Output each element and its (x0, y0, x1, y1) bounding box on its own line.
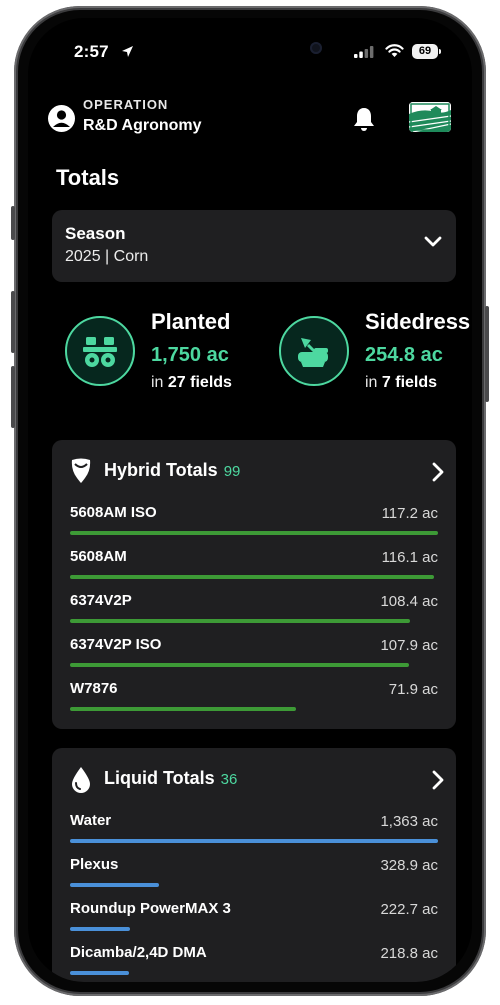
sidedress-title: Sidedress (365, 309, 471, 334)
operation-name[interactable]: R&D Agronomy (83, 117, 202, 135)
status-time: 2:57 (74, 42, 109, 61)
hybrid-acres: 116.1 ac (381, 549, 438, 566)
cellular-signal-icon (354, 46, 374, 58)
liquid-name: Plexus (70, 856, 119, 873)
liquid-acres: 1,363 ac (380, 813, 438, 830)
farm-field-icon (409, 102, 451, 132)
liquid-row[interactable]: Dicamba/2,4D DMA 218.8 ac (70, 944, 438, 982)
operation-avatar[interactable] (48, 105, 75, 132)
liquid-name: Water (70, 812, 112, 829)
camera-icon (310, 42, 322, 54)
sidedress-fields-prefix: in (365, 374, 378, 391)
chevron-right-icon[interactable] (432, 462, 444, 482)
hybrid-bar (70, 663, 409, 667)
user-icon (53, 110, 70, 127)
planted-fields-count: 27 fields (167, 374, 232, 391)
battery-tip (439, 49, 441, 54)
liquid-totals-label: Liquid Totals (104, 768, 215, 788)
hybrid-name: 5608AM ISO (70, 504, 157, 521)
liquid-bar (70, 971, 129, 975)
page-title: Totals (56, 165, 120, 190)
hybrid-name: 6374V2P (70, 592, 132, 609)
hybrid-row[interactable]: W7876 71.9 ac (70, 680, 438, 724)
chevron-right-icon[interactable] (432, 770, 444, 790)
liquid-acres: 218.8 ac (380, 945, 438, 962)
hybrid-row[interactable]: 6374V2P 108.4 ac (70, 592, 438, 636)
volume-down-button (11, 366, 15, 428)
hybrid-name: W7876 (70, 680, 118, 697)
hybrid-row[interactable]: 5608AM ISO 117.2 ac (70, 504, 438, 548)
hybrid-totals-label: Hybrid Totals (104, 460, 218, 480)
season-selector[interactable]: Season 2025 | Corn (52, 210, 456, 282)
season-value: 2025 | Corn (65, 248, 149, 265)
action-button (11, 206, 15, 240)
hybrid-acres: 71.9 ac (388, 681, 438, 698)
wifi-icon (385, 44, 404, 57)
liquid-row[interactable]: Roundup PowerMAX 3 222.7 ac (70, 900, 438, 944)
liquid-bar (70, 839, 438, 843)
liquid-name: Roundup PowerMAX 3 (70, 900, 231, 917)
battery-indicator: 69 (412, 44, 438, 59)
sidedress-fields-count: 7 fields (381, 374, 438, 391)
hybrid-row[interactable]: 5608AM 116.1 ac (70, 548, 438, 592)
hybrid-bar (70, 575, 434, 579)
planted-acres: 1,750 ac (151, 344, 229, 366)
season-label: Season (65, 224, 126, 243)
bell-icon[interactable] (352, 106, 376, 132)
liquid-name: Dicamba/2,4D DMA (70, 944, 207, 961)
planted-title: Planted (151, 309, 231, 334)
volume-up-button (11, 291, 15, 353)
hybrid-totals-title: Hybrid Totals 99 (104, 460, 240, 481)
liquid-bar (70, 927, 130, 931)
hybrid-count: 99 (223, 463, 241, 480)
hybrid-name: 6374V2P ISO (70, 636, 162, 653)
liquid-row[interactable]: Water 1,363 ac (70, 812, 438, 856)
chevron-down-icon (424, 236, 442, 247)
droplet-icon (72, 767, 90, 793)
liquid-acres: 328.9 ac (380, 857, 438, 874)
liquid-bar (70, 883, 159, 887)
sidedress-icon (279, 316, 349, 386)
liquid-row[interactable]: Plexus 328.9 ac (70, 856, 438, 900)
planted-fields: in 27 fields (151, 374, 232, 392)
planted-fields-prefix: in (151, 374, 164, 391)
location-arrow-icon (122, 46, 133, 57)
corn-kernel-icon (71, 458, 91, 483)
liquid-totals-card[interactable]: Liquid Totals 36 Water 1,363 ac Plexus 328.9… (52, 748, 456, 982)
operation-label: OPERATION (83, 97, 169, 112)
dynamic-island (218, 30, 344, 66)
hybrid-bar (70, 707, 296, 711)
power-button (485, 306, 489, 402)
liquid-count: 36 (220, 771, 238, 788)
liquid-totals-title: Liquid Totals 36 (104, 768, 237, 789)
hybrid-row[interactable]: 6374V2P ISO 107.9 ac (70, 636, 438, 680)
liquid-acres: 222.7 ac (380, 901, 438, 918)
hybrid-name: 5608AM (70, 548, 127, 565)
hybrid-bar (70, 531, 438, 535)
sidedress-acres: 254.8 ac (365, 344, 443, 366)
sidedress-fields: in 7 fields (365, 374, 437, 392)
planter-icon (65, 316, 135, 386)
farm-logo[interactable] (409, 102, 451, 132)
hybrid-bar (70, 619, 410, 623)
hybrid-totals-card[interactable]: Hybrid Totals 99 5608AM ISO 117.2 ac 5608AM… (52, 440, 456, 729)
hybrid-acres: 117.2 ac (381, 505, 438, 522)
hybrid-acres: 107.9 ac (380, 637, 438, 654)
hybrid-acres: 108.4 ac (380, 593, 438, 610)
app-screen: 2:57 69 OPERATION R&D Agronomy Totals Se… (28, 18, 472, 982)
